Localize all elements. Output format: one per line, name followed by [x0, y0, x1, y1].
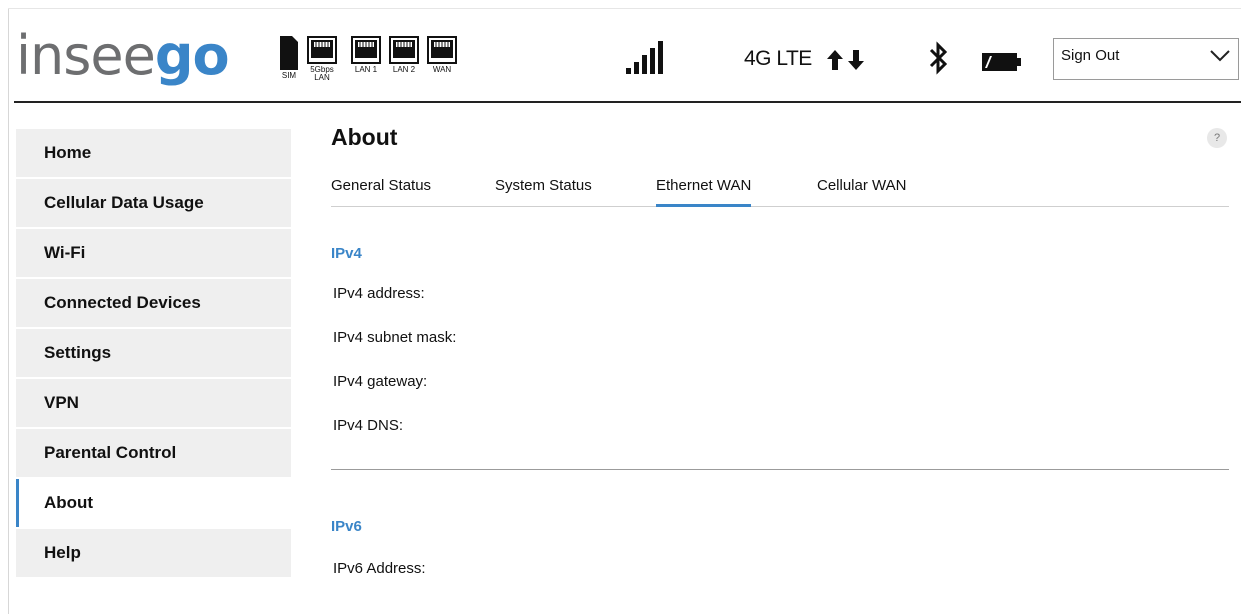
- sidebar-item-parental-control[interactable]: Parental Control: [16, 429, 291, 477]
- port-5gbps-lan: 5Gbps LAN: [306, 36, 338, 82]
- sidebar-item-label: About: [44, 493, 94, 512]
- battery-icon: [982, 53, 1021, 71]
- sidebar-item-wifi[interactable]: Wi-Fi: [16, 229, 291, 277]
- port-label-5gbps-lan: LAN: [314, 73, 330, 82]
- port-lan-2: LAN 2: [388, 36, 420, 74]
- sidebar-item-help[interactable]: Help: [16, 529, 291, 577]
- about-tabs: General Status System Status Ethernet WA…: [331, 176, 1229, 207]
- header-divider: [14, 101, 1241, 103]
- port-label-lan2: LAN 2: [392, 65, 416, 74]
- ipv4-address-label: IPv4 address:: [333, 285, 425, 302]
- sidebar-item-label: Connected Devices: [44, 293, 201, 312]
- sign-out-select[interactable]: Sign Out: [1053, 38, 1239, 80]
- sidebar-item-label: Cellular Data Usage: [44, 193, 204, 212]
- sidebar-item-connected-devices[interactable]: Connected Devices: [16, 279, 291, 327]
- help-question-icon[interactable]: ?: [1207, 128, 1227, 148]
- sidebar-item-vpn[interactable]: VPN: [16, 379, 291, 427]
- sidebar-item-home[interactable]: Home: [16, 129, 291, 177]
- sidebar-item-label: Settings: [44, 343, 112, 362]
- ethernet-port-icon: [389, 36, 419, 64]
- tab-label: System Status: [495, 177, 592, 194]
- tab-label: General Status: [331, 177, 432, 194]
- tab-system-status[interactable]: System Status: [495, 176, 592, 207]
- logo-text-part2: go: [154, 24, 230, 87]
- sim-card-icon: [280, 36, 298, 70]
- ethernet-port-icon: [307, 36, 337, 64]
- up-down-arrows-icon: [827, 50, 864, 70]
- header: inseego SIM 5Gbps LAN LAN 1 LAN 2 WAN 4G…: [0, 0, 1241, 103]
- ipv4-dns-label: IPv4 DNS:: [333, 417, 404, 434]
- tab-label: Cellular WAN: [817, 177, 907, 194]
- sidebar-item-label: Wi-Fi: [44, 243, 86, 262]
- ipv4-gateway-label: IPv4 gateway:: [333, 373, 428, 390]
- sidebar-item-label: Parental Control: [44, 443, 177, 462]
- ipv6-address-label: IPv6 Address:: [333, 560, 426, 577]
- page-title: About: [331, 124, 398, 150]
- signal-bars-icon: [626, 41, 663, 74]
- sidebar-item-settings[interactable]: Settings: [16, 329, 291, 377]
- port-wan: WAN: [426, 36, 458, 74]
- sidebar-nav: Home Cellular Data Usage Wi-Fi Connected…: [16, 129, 291, 579]
- sign-out-label: Sign Out: [1061, 47, 1120, 64]
- port-label-lan1: LAN 1: [354, 65, 378, 74]
- ipv4-subnet-mask-label: IPv4 subnet mask:: [333, 329, 457, 346]
- port-lan-1: LAN 1: [350, 36, 382, 74]
- ipv4-section-title: IPv4: [331, 245, 362, 262]
- tab-label: Ethernet WAN: [656, 177, 752, 194]
- port-label-sim: SIM: [281, 71, 297, 80]
- sidebar-item-label: Help: [44, 543, 81, 562]
- ipv6-section-title: IPv6: [331, 518, 362, 535]
- tab-cellular-wan[interactable]: Cellular WAN: [817, 176, 906, 207]
- port-label-wan: WAN: [432, 65, 452, 74]
- chevron-down-icon: [1210, 50, 1230, 62]
- ethernet-port-icon: [351, 36, 381, 64]
- inseego-logo: inseego: [16, 24, 230, 88]
- sidebar-item-cellular-data-usage[interactable]: Cellular Data Usage: [16, 179, 291, 227]
- bluetooth-icon: [929, 41, 948, 75]
- network-type-label: 4G LTE: [744, 47, 812, 70]
- tab-general-status[interactable]: General Status: [331, 176, 431, 207]
- section-divider: [331, 469, 1229, 470]
- sidebar-item-about[interactable]: About: [16, 479, 291, 527]
- logo-text-part1: insee: [16, 24, 156, 87]
- tab-ethernet-wan[interactable]: Ethernet WAN: [656, 176, 752, 207]
- sidebar-item-label: VPN: [44, 393, 79, 412]
- ethernet-port-icon: [427, 36, 457, 64]
- sim-status: SIM: [276, 36, 302, 80]
- sidebar-item-label: Home: [44, 143, 92, 162]
